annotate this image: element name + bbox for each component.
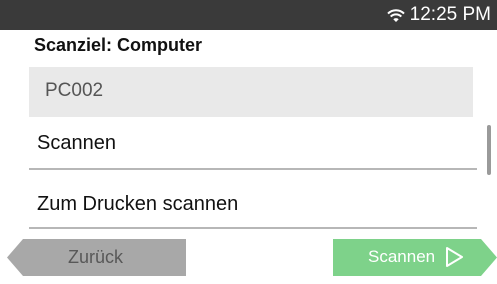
back-button-label: Zurück <box>68 247 124 267</box>
back-button[interactable]: Zurück <box>7 239 186 276</box>
divider <box>29 168 477 170</box>
scan-screen: 12:25 PM Scanziel: Computer PC002 Scanne… <box>0 0 497 284</box>
status-bar: 12:25 PM <box>0 0 497 30</box>
page-title: Scanziel: Computer <box>34 35 203 55</box>
scan-button-label: Scannen <box>368 247 436 266</box>
wifi-icon <box>386 9 405 22</box>
play-outline-icon <box>443 246 465 268</box>
status-right: 12:25 PM <box>386 0 491 30</box>
selected-target-field[interactable]: PC002 <box>29 67 473 117</box>
option-zum-drucken-scannen[interactable]: Zum Drucken scannen <box>37 193 238 216</box>
option-scannen[interactable]: Scannen <box>37 132 116 155</box>
bottom-frame <box>0 279 497 284</box>
scan-button[interactable]: Scannen <box>333 239 497 276</box>
selected-target-value: PC002 <box>45 80 104 101</box>
divider <box>29 227 477 229</box>
scrollbar[interactable] <box>487 125 491 175</box>
status-time: 12:25 PM <box>409 4 491 25</box>
